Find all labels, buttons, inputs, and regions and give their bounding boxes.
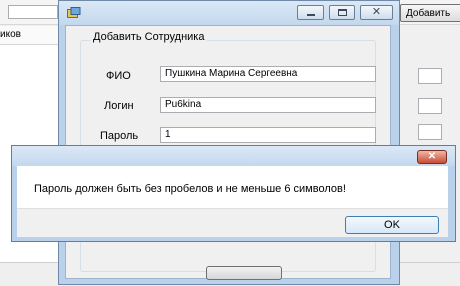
close-icon: ✕ xyxy=(427,151,437,162)
login-input[interactable]: Pu6kina xyxy=(160,97,376,113)
message-box: ✕ Пароль должен быть без пробелов и не м… xyxy=(11,145,456,242)
fio-input[interactable]: Пушкина Марина Сергеевна xyxy=(160,66,376,82)
message-box-footer: OK xyxy=(17,208,448,237)
background-add-button[interactable]: Добавить xyxy=(400,4,460,22)
maximize-icon xyxy=(338,9,347,16)
add-employee-dialog: ✕ Добавить Сотрудника ФИО Пушкина Марина… xyxy=(58,0,400,285)
login-label: Логин xyxy=(104,100,134,112)
app-icon xyxy=(67,7,81,18)
dialog-submit-button[interactable] xyxy=(206,266,282,280)
background-field-3[interactable] xyxy=(418,124,442,140)
password-label: Пароль xyxy=(100,130,139,142)
groupbox-title: Добавить Сотрудника xyxy=(90,31,208,43)
dialog-close-button[interactable]: ✕ xyxy=(360,5,393,20)
message-text: Пароль должен быть без пробелов и не мен… xyxy=(34,183,346,195)
ok-button[interactable]: OK xyxy=(345,216,439,234)
message-box-close-button[interactable]: ✕ xyxy=(417,150,447,164)
background-list-header: иков xyxy=(0,26,58,45)
dialog-titlebar[interactable]: ✕ xyxy=(59,1,399,25)
close-icon: ✕ xyxy=(371,6,382,18)
minimize-icon xyxy=(307,14,315,16)
message-box-titlebar[interactable]: ✕ xyxy=(12,146,455,166)
minimize-button[interactable] xyxy=(297,5,324,20)
maximize-button[interactable] xyxy=(329,5,355,20)
background-search-field[interactable] xyxy=(8,5,58,19)
background-field-1[interactable] xyxy=(418,68,442,84)
password-input[interactable]: 1 xyxy=(160,127,376,143)
fio-label: ФИО xyxy=(106,70,131,82)
background-field-2[interactable] xyxy=(418,98,442,114)
